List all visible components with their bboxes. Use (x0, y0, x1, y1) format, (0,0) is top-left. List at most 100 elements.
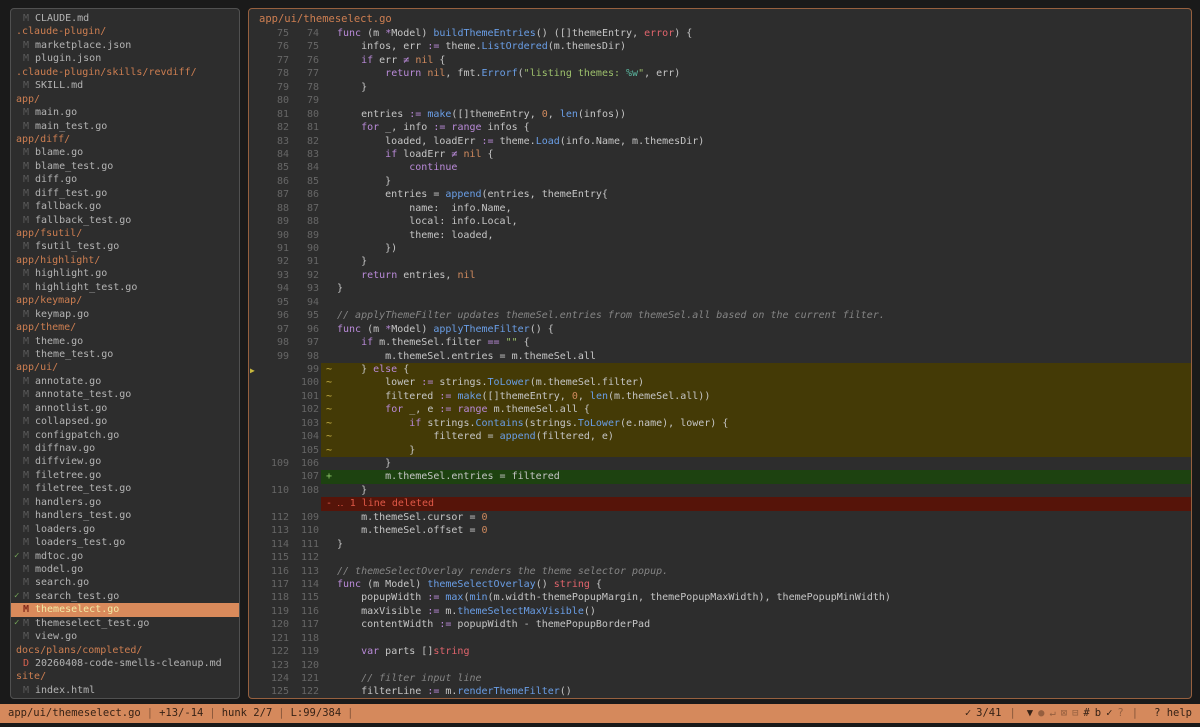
tree-file-item[interactable]: Mmarketplace.json (11, 39, 239, 52)
tree-file-item[interactable]: Mindex.html (11, 684, 239, 697)
tree-file-item[interactable]: Mblame_test.go (11, 160, 239, 173)
diff-panel[interactable]: app/ui/themeselect.go 7574func (m *Model… (248, 8, 1192, 699)
separator: | (1009, 704, 1015, 723)
tree-file-item[interactable]: MSKILL.md (11, 79, 239, 92)
reviewed-check-icon (14, 496, 23, 509)
new-line-number: 103 (289, 417, 319, 430)
diff-marker (321, 67, 337, 80)
reviewed-check-icon: ✓ (14, 550, 23, 563)
tree-dir-header: app/ui/ (11, 361, 239, 374)
tree-file-item[interactable]: Mhighlight.go (11, 267, 239, 280)
old-line-number: 115 (249, 551, 289, 564)
reviewed-check-icon (14, 482, 23, 495)
status-icons: ▼●↵⊠⊟#b✓? (1022, 704, 1124, 723)
code-text: entries = append(entries, themeEntry{ (337, 188, 1191, 201)
new-line-number: 105 (289, 444, 319, 457)
tree-file-item[interactable]: Mfiletree.go (11, 469, 239, 482)
tree-file-item[interactable]: Mfiletree_test.go (11, 482, 239, 495)
code-text: return entries, nil (337, 269, 1191, 282)
tree-file-item[interactable]: Mfallback_test.go (11, 214, 239, 227)
code-text: infos, err := theme.ListOrdered(m.themes… (337, 40, 1191, 53)
tree-file-item[interactable]: Mconfigpatch.go (11, 429, 239, 442)
tree-file-item[interactable]: Mthemeselect.go (11, 603, 239, 616)
tree-file-item[interactable]: Mhighlight_test.go (11, 281, 239, 294)
tree-file-item[interactable]: Mfallback.go (11, 200, 239, 213)
tree-file-item[interactable]: Mcollapsed.go (11, 415, 239, 428)
tree-file-item[interactable]: Mblame.go (11, 146, 239, 159)
tree-file-item[interactable]: Mdiff.go (11, 173, 239, 186)
tree-file-item[interactable]: ✓Mmdtoc.go (11, 550, 239, 563)
tree-file-item[interactable]: Mtheme_test.go (11, 348, 239, 361)
diff-marker (321, 40, 337, 53)
tree-file-item[interactable]: Mmain_test.go (11, 120, 239, 133)
tree-dir-header: app/diff/ (11, 133, 239, 146)
tree-file-item[interactable]: Mhandlers.go (11, 496, 239, 509)
tree-item-label: handlers_test.go (35, 509, 131, 522)
reviewed-check-icon (14, 240, 23, 253)
code-text: loaded, loadErr := theme.Load(info.Name,… (337, 135, 1191, 148)
new-line-number: 91 (289, 255, 319, 268)
dot-icon: ● (1038, 707, 1044, 719)
diff-code-line: 8483 if loadErr ≠ nil { (249, 148, 1191, 161)
new-line-number: 76 (289, 54, 319, 67)
tree-file-item[interactable]: Mplugin.json (11, 52, 239, 65)
tree-item-label: annotate_test.go (35, 388, 131, 401)
reviewed-check-icon (14, 603, 23, 616)
tree-file-item[interactable]: Mmain.go (11, 106, 239, 119)
new-line-number: 109 (289, 511, 319, 524)
old-line-number: 90 (249, 229, 289, 242)
code-text: } (337, 484, 1191, 497)
tree-file-item[interactable]: Mview.go (11, 630, 239, 643)
old-line-number: 76 (249, 40, 289, 53)
tree-file-item[interactable]: Mmodel.go (11, 563, 239, 576)
tree-file-item[interactable]: Mannotlist.go (11, 402, 239, 415)
tree-file-item[interactable]: Mloaders_test.go (11, 536, 239, 549)
diff-marker (321, 551, 337, 564)
tree-file-item[interactable]: Mannotate_test.go (11, 388, 239, 401)
reviewed-check-icon (14, 469, 23, 482)
code-text: filtered := make([]themeEntry, 0, len(m.… (337, 390, 1191, 403)
reviewed-check-icon (14, 375, 23, 388)
tree-file-item[interactable]: Mtheme.go (11, 335, 239, 348)
tree-file-item[interactable]: Mloaders.go (11, 523, 239, 536)
tree-file-item[interactable]: Mdiffview.go (11, 455, 239, 468)
diff-marker (321, 578, 337, 591)
tree-item-label: annotate.go (35, 375, 101, 388)
tree-file-item[interactable]: Mhandlers_test.go (11, 509, 239, 522)
diff-file-path: app/ui/themeselect.go (249, 12, 1191, 27)
tree-file-item[interactable]: D20260408-code-smells-cleanup.md (11, 657, 239, 670)
tree-item-label: model.go (35, 563, 83, 576)
tree-file-item[interactable]: Mdiffnav.go (11, 442, 239, 455)
code-text: // applyThemeFilter updates themeSel.ent… (337, 309, 1191, 322)
tree-file-item[interactable]: ✓Msearch_test.go (11, 590, 239, 603)
tree-file-item[interactable]: Mdiff_test.go (11, 187, 239, 200)
code-text: } (337, 457, 1191, 470)
tree-item-label: annotlist.go (35, 402, 107, 415)
diff-code-line: 9190 }) (249, 242, 1191, 255)
old-line-number: 87 (249, 188, 289, 201)
tree-file-item[interactable]: Msearch.go (11, 576, 239, 589)
git-status-letter: M (23, 536, 33, 549)
diff-marker (321, 511, 337, 524)
code-text: var parts []string (337, 645, 1191, 658)
reviewed-check-icon (14, 160, 23, 173)
tree-file-item[interactable]: MCLAUDE.md (11, 12, 239, 25)
diff-marker (321, 81, 337, 94)
tree-item-label: site/ (16, 670, 46, 683)
old-line-number: 125 (249, 685, 289, 698)
tree-file-item[interactable]: Mfsutil_test.go (11, 240, 239, 253)
git-status-letter: M (23, 617, 33, 630)
new-line-number: 114 (289, 578, 319, 591)
tree-file-item[interactable]: Mkeymap.go (11, 308, 239, 321)
code-text: lower := strings.ToLower(m.themeSel.filt… (337, 376, 1191, 389)
tree-file-item[interactable]: Mannotate.go (11, 375, 239, 388)
old-line-number: 85 (249, 161, 289, 174)
old-line-number (249, 497, 289, 510)
diff-code-line: 113110 m.themeSel.offset = 0 (249, 524, 1191, 537)
diff-marker: - (321, 497, 337, 510)
tree-item-label: main.go (35, 106, 77, 119)
reviewed-check-icon (14, 388, 23, 401)
new-line-number: 104 (289, 430, 319, 443)
tree-file-item[interactable]: ✓Mthemeselect_test.go (11, 617, 239, 630)
git-status-letter: M (23, 576, 33, 589)
